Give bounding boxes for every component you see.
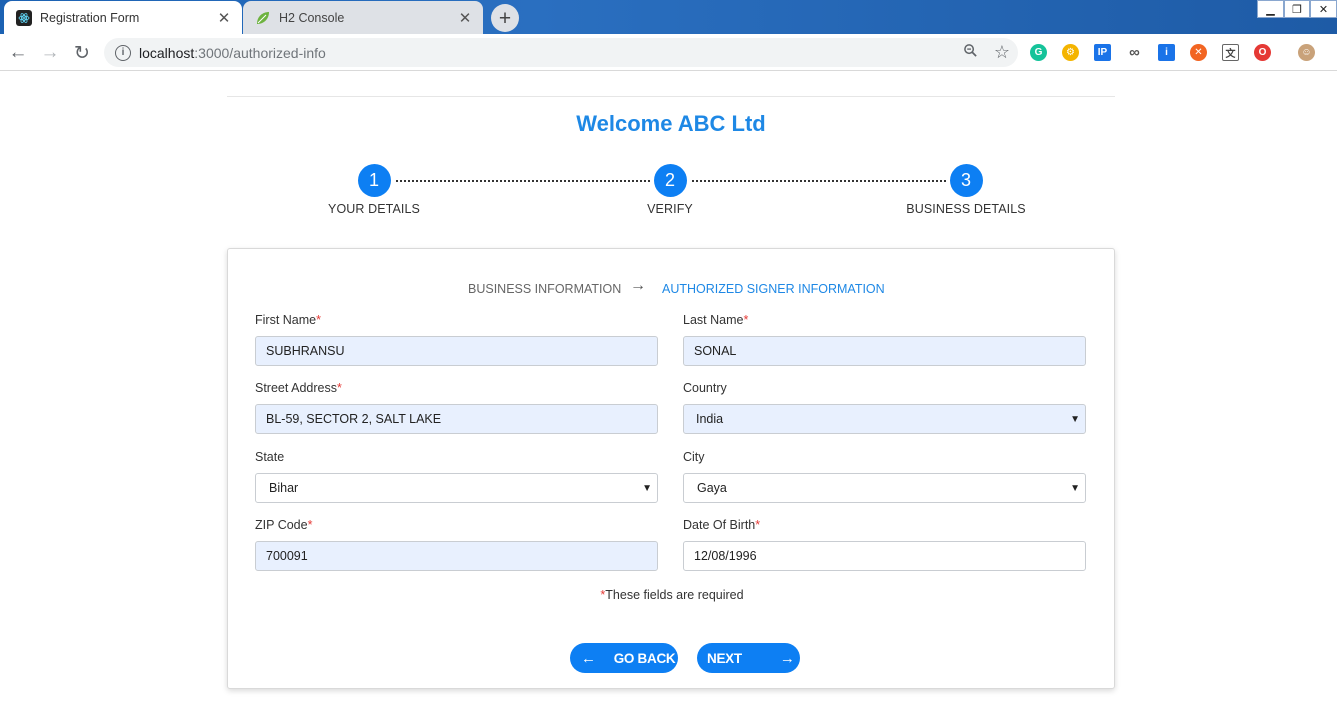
back-icon[interactable]: ← xyxy=(6,41,30,65)
grammarly-icon[interactable]: G xyxy=(1030,44,1047,61)
state-label: State xyxy=(255,450,285,464)
forward-icon[interactable]: → xyxy=(38,41,62,65)
restore-button[interactable]: ❐ xyxy=(1284,0,1310,18)
arrow-right-icon: → xyxy=(779,649,795,667)
new-tab-button[interactable]: + xyxy=(491,4,519,32)
browser-tabstrip: Registration Form ✕ H2 Console ✕ + ▁ ❐ ✕ xyxy=(0,0,1337,34)
arrow-right-icon: → xyxy=(630,277,646,294)
chevron-down-icon: ▼ xyxy=(642,483,652,494)
first-name-label: First Name* xyxy=(255,313,321,327)
authorized-signer-link[interactable]: AUTHORIZED SIGNER INFORMATION xyxy=(662,282,885,296)
city-value: Gaya xyxy=(697,481,727,495)
chevron-down-icon: ▼ xyxy=(1070,483,1080,494)
last-name-label: Last Name* xyxy=(683,313,749,327)
leaf-icon xyxy=(255,10,271,26)
zoom-icon[interactable] xyxy=(954,43,986,63)
ip-extension-icon[interactable]: IP xyxy=(1094,44,1111,61)
go-back-label: GO BACK xyxy=(613,650,676,666)
translate-icon[interactable]: 文 xyxy=(1222,44,1239,61)
first-name-group: First Name* SUBHRANSU xyxy=(255,313,659,366)
tab-h2-console[interactable]: H2 Console ✕ xyxy=(243,1,483,34)
state-group: State Bihar ▼ xyxy=(255,450,659,503)
zip-code-label: ZIP Code* xyxy=(255,518,313,532)
close-window-button[interactable]: ✕ xyxy=(1310,0,1337,18)
avatar[interactable]: ☺ xyxy=(1298,44,1315,61)
step-verify: 2 VERIFY xyxy=(600,164,740,216)
country-label: Country xyxy=(683,381,727,395)
step-label: VERIFY xyxy=(647,202,693,216)
bookmark-star-icon[interactable]: ☆ xyxy=(986,42,1018,63)
step-number: 3 xyxy=(949,164,983,197)
page-title: Welcome ABC Ltd xyxy=(576,111,766,136)
last-name-group: Last Name* SONAL xyxy=(683,313,1087,366)
arrow-left-icon: ← xyxy=(581,649,596,667)
step-number: 1 xyxy=(357,164,391,197)
state-value: Bihar xyxy=(269,481,299,495)
street-address-label: Street Address* xyxy=(255,381,342,395)
country-select[interactable]: India ▼ xyxy=(683,404,1086,434)
infinity-icon[interactable]: ∞ xyxy=(1126,44,1143,61)
tab-title: H2 Console xyxy=(279,10,345,25)
divider xyxy=(227,96,1115,97)
react-icon xyxy=(16,9,32,26)
city-group: City Gaya ▼ xyxy=(683,450,1087,503)
city-select[interactable]: Gaya ▼ xyxy=(683,473,1086,503)
state-select[interactable]: Bihar ▼ xyxy=(255,473,658,503)
tab-registration-form[interactable]: Registration Form ✕ xyxy=(4,1,242,34)
browser-toolbar: ← → ↻ i localhost:3000/authorized-info ☆… xyxy=(0,34,1337,71)
info-extension-icon[interactable]: i xyxy=(1158,44,1175,61)
close-tab-icon[interactable]: ✕ xyxy=(455,9,475,27)
form-card: BUSINESS INFORMATION → AUTHORIZED SIGNER… xyxy=(227,248,1115,689)
gear-extension-icon[interactable]: ⚙ xyxy=(1062,44,1079,61)
info-icon[interactable]: i xyxy=(115,44,131,61)
section-breadcrumb: BUSINESS INFORMATION → AUTHORIZED SIGNER… xyxy=(228,277,1116,303)
progress-stepper: 1 YOUR DETAILS 2 VERIFY 3 BUSINESS DETAI… xyxy=(300,164,1040,224)
zip-code-input[interactable]: 700091 xyxy=(255,541,658,571)
tab-title: Registration Form xyxy=(40,10,140,25)
last-name-input[interactable]: SONAL xyxy=(683,336,1086,366)
reload-icon[interactable]: ↻ xyxy=(70,41,94,65)
step-number: 2 xyxy=(653,164,687,197)
next-button[interactable]: NEXT → xyxy=(697,643,800,673)
next-label: NEXT xyxy=(707,650,742,666)
orange-extension-icon[interactable]: ✕ xyxy=(1190,44,1207,61)
step-label: YOUR DETAILS xyxy=(328,202,420,216)
country-group: Country India ▼ xyxy=(683,381,1087,434)
country-value: India xyxy=(696,412,724,426)
close-tab-icon[interactable]: ✕ xyxy=(214,9,234,27)
date-of-birth-label: Date Of Birth* xyxy=(683,518,761,532)
step-business-details: 3 BUSINESS DETAILS xyxy=(896,164,1036,216)
city-label: City xyxy=(683,450,705,464)
required-note: *These fields are required xyxy=(600,588,744,602)
date-of-birth-group: Date Of Birth* 12/08/1996 xyxy=(683,518,1087,571)
zip-code-group: ZIP Code* 700091 xyxy=(255,518,659,571)
go-back-button[interactable]: ← GO BACK xyxy=(570,643,678,673)
minimize-button[interactable]: ▁ xyxy=(1257,0,1284,18)
opera-icon[interactable]: O xyxy=(1254,44,1271,61)
step-your-details: 1 YOUR DETAILS xyxy=(304,164,444,216)
date-of-birth-input[interactable]: 12/08/1996 xyxy=(683,541,1086,571)
url-text: localhost:3000/authorized-info xyxy=(139,44,326,61)
address-bar[interactable]: i localhost:3000/authorized-info ☆ xyxy=(104,38,1018,67)
step-label: BUSINESS DETAILS xyxy=(906,202,1026,216)
page-content: Welcome ABC Ltd 1 YOUR DETAILS 2 VERIFY … xyxy=(0,71,1337,707)
street-address-group: Street Address* BL-59, SECTOR 2, SALT LA… xyxy=(255,381,659,434)
street-address-input[interactable]: BL-59, SECTOR 2, SALT LAKE xyxy=(255,404,658,434)
first-name-input[interactable]: SUBHRANSU xyxy=(255,336,658,366)
chevron-down-icon: ▼ xyxy=(1070,414,1080,425)
business-information-link[interactable]: BUSINESS INFORMATION xyxy=(468,282,621,296)
